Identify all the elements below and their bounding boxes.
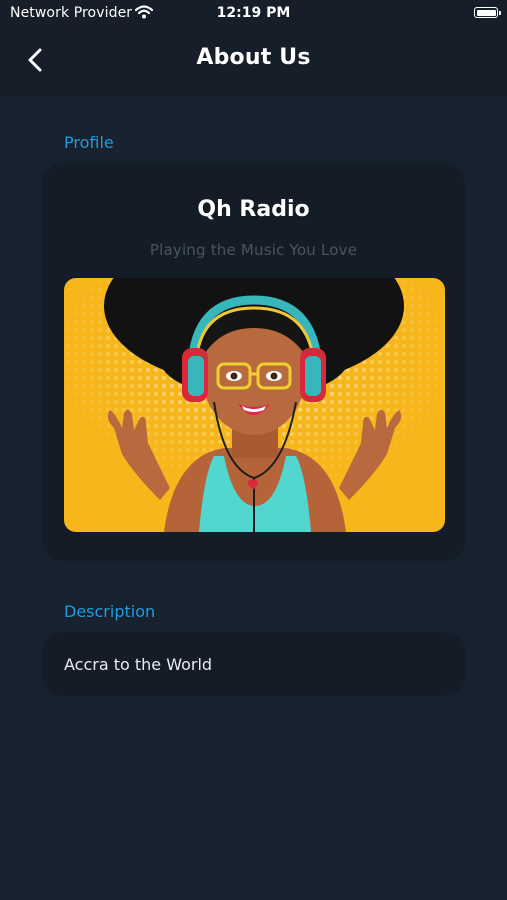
page-title: About Us bbox=[196, 45, 311, 70]
profile-section-label: Profile bbox=[64, 133, 114, 152]
status-bar: Network Provider 12:19 PM bbox=[0, 0, 507, 28]
battery-icon bbox=[474, 7, 501, 18]
station-name: Qh Radio bbox=[197, 197, 310, 222]
profile-card: Qh Radio Playing the Music You Love bbox=[42, 163, 465, 561]
description-card: Accra to the World bbox=[42, 632, 465, 696]
station-tagline: Playing the Music You Love bbox=[149, 241, 358, 259]
description-section-label: Description bbox=[64, 602, 156, 621]
description-text: Accra to the World bbox=[64, 655, 213, 674]
station-artwork bbox=[64, 278, 445, 532]
status-time: 12:19 PM bbox=[216, 5, 291, 21]
navigation-bar: About Us bbox=[0, 28, 507, 96]
